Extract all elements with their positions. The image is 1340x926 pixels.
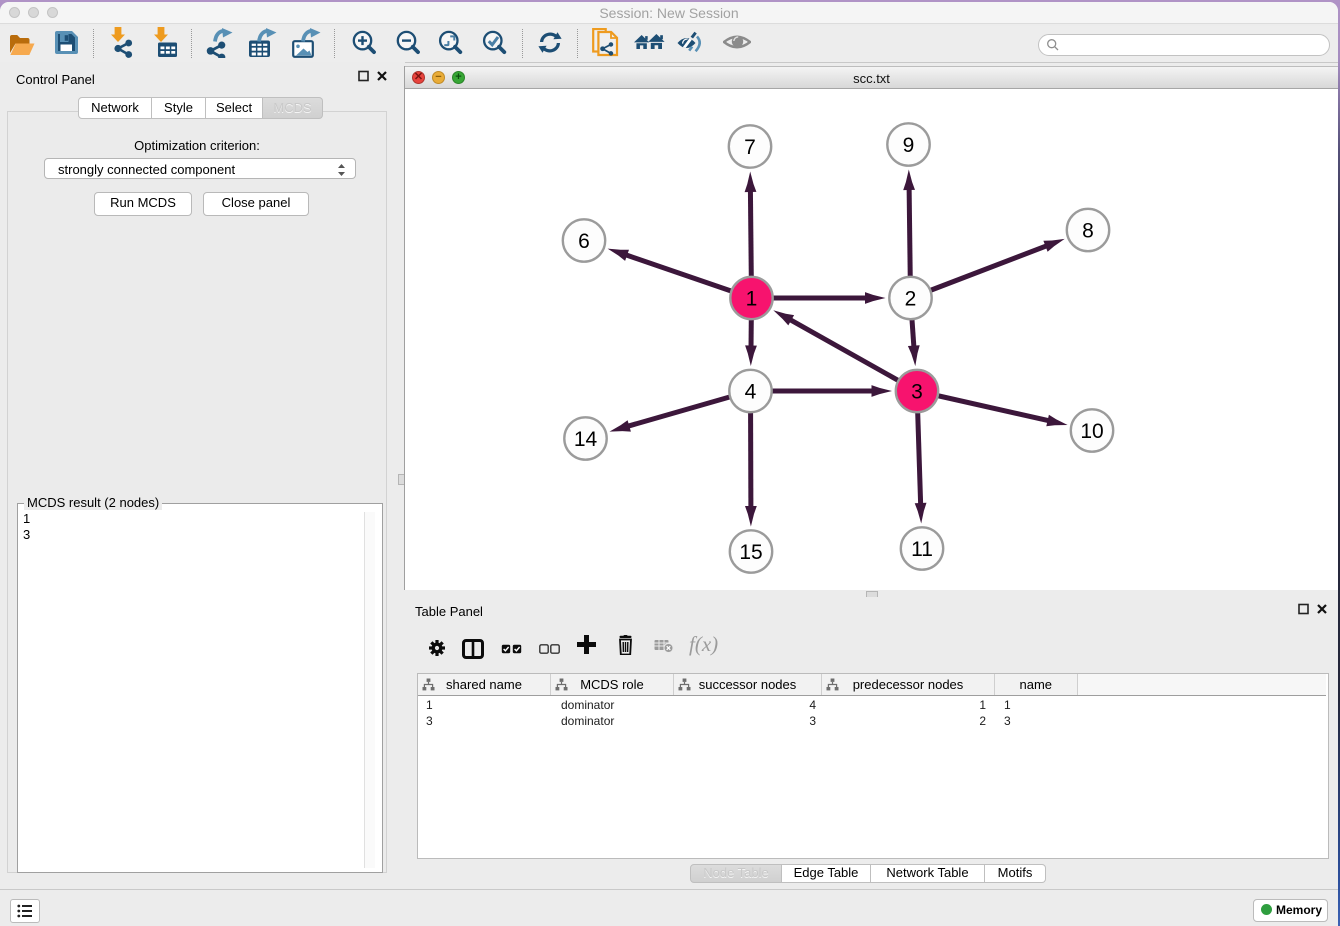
svg-text:1: 1 (746, 288, 758, 311)
svg-text:3: 3 (911, 381, 923, 404)
svg-text:14: 14 (574, 428, 598, 451)
svg-text:4: 4 (745, 381, 757, 404)
svg-text:8: 8 (1082, 220, 1094, 243)
svg-text:6: 6 (578, 230, 590, 253)
svg-text:7: 7 (744, 136, 756, 159)
svg-text:10: 10 (1080, 420, 1103, 443)
svg-text:11: 11 (911, 538, 933, 561)
svg-text:9: 9 (903, 134, 915, 157)
svg-text:2: 2 (905, 288, 917, 311)
svg-text:15: 15 (739, 541, 762, 564)
